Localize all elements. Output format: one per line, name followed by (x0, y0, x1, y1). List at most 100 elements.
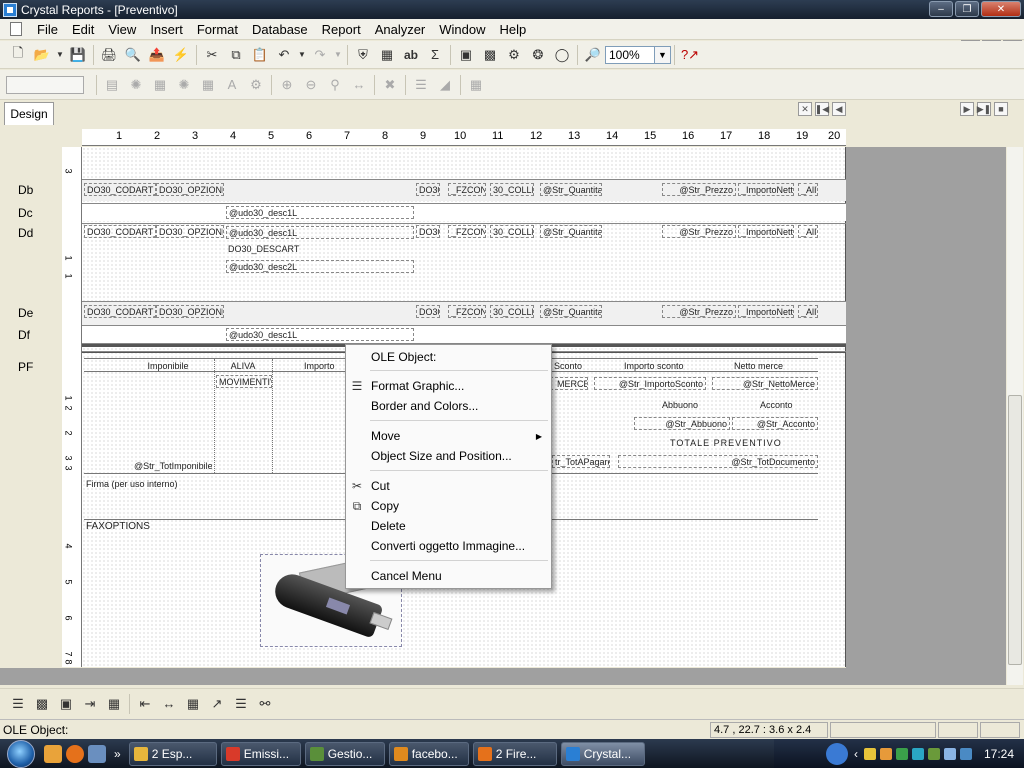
field-fzconf[interactable]: _FZCONF (448, 225, 486, 238)
field-quantita[interactable]: @Str_Quantita (540, 225, 602, 238)
export-icon[interactable]: 📤 (146, 44, 168, 66)
paste-icon[interactable]: 📋 (249, 44, 271, 66)
field-colli[interactable]: 30_COLLI (490, 225, 534, 238)
ctx-object-size[interactable]: Object Size and Position... (346, 446, 551, 466)
new-icon[interactable]: 🗋 (7, 44, 29, 66)
field-opzione[interactable]: DO30_OPZIONE_ (156, 225, 224, 238)
format-icon-6[interactable]: A (221, 74, 243, 96)
format-icon-3[interactable]: ▦ (149, 74, 171, 96)
start-button[interactable] (0, 739, 42, 768)
task-explorer[interactable]: 2 Esp... (128, 741, 217, 766)
field-aliv[interactable]: _AlIV (798, 305, 818, 318)
open-icon[interactable]: 📂 (31, 44, 53, 66)
menu-edit[interactable]: Edit (65, 22, 101, 37)
field-do30[interactable]: DO30 (416, 305, 440, 318)
field-abbuono[interactable]: @Str_Abbuono (634, 417, 730, 430)
format-icon-5[interactable]: ▦ (197, 74, 219, 96)
field-codart[interactable]: DO30_CODART_M (84, 225, 156, 238)
field-desc1l[interactable]: @udo30_desc1L (226, 328, 414, 341)
field-aliv[interactable]: _AlIV (798, 225, 818, 238)
ctx-converti[interactable]: Converti oggetto Immagine... (346, 536, 551, 556)
header-importo-sconto[interactable]: Importo sconto (622, 360, 702, 373)
field-merce[interactable]: MERCE (550, 377, 588, 390)
tray-expand-icon[interactable]: ‹ (854, 747, 858, 761)
format-icon-8[interactable]: ☰ (410, 74, 432, 96)
zoom-dropdown-icon[interactable]: ▼ (655, 45, 671, 64)
insert-map-icon[interactable]: ❂ (527, 44, 549, 66)
field-importo-sconto[interactable]: @Str_ImportoSconto (594, 377, 706, 390)
save-icon[interactable]: 💾 (67, 44, 89, 66)
insert-box-icon[interactable]: ▩ (31, 693, 53, 715)
task-facebook[interactable]: facebo... (388, 741, 469, 766)
resize-icon[interactable]: ↔ (348, 74, 370, 96)
next-page-icon[interactable]: ▶ (960, 102, 974, 116)
find-icon[interactable]: 🔎 (582, 44, 604, 66)
menu-view[interactable]: View (101, 22, 143, 37)
section-pf[interactable]: PF (18, 360, 33, 374)
field-tot-documento[interactable]: @Str_TotDocumento (618, 455, 818, 468)
menu-database[interactable]: Database (245, 22, 315, 37)
vertical-scrollbar[interactable] (1007, 147, 1023, 685)
menu-format[interactable]: Format (190, 22, 245, 37)
field-desc1l[interactable]: @udo30_desc1L (226, 226, 414, 239)
field-fzconf[interactable]: _FZCONF (448, 305, 486, 318)
network-icon[interactable] (927, 747, 940, 760)
insert-line-icon[interactable]: ☰ (7, 693, 29, 715)
cut-icon[interactable]: ✂ (201, 44, 223, 66)
header-imponibile[interactable]: Imponibile (127, 360, 207, 373)
section-dd[interactable]: Dd (18, 226, 33, 240)
copy-icon[interactable]: ⧉ (225, 44, 247, 66)
prev-page-icon[interactable]: ◀ (832, 102, 846, 116)
insert-picture-icon[interactable]: ▩ (479, 44, 501, 66)
field-descart[interactable]: DO30_DESCART (226, 243, 414, 256)
format-icon-7[interactable]: ⚙ (245, 74, 267, 96)
field-importo-netto[interactable]: _ImportoNetto (738, 225, 794, 238)
ctx-delete[interactable]: Delete (346, 516, 551, 536)
field-tot-imponibile[interactable]: @Str_TotImponibile (132, 460, 212, 473)
menu-window[interactable]: Window (432, 22, 492, 37)
insert-link-icon[interactable]: ⚯ (254, 693, 276, 715)
undo-dropdown-icon[interactable]: ▼ (297, 44, 307, 66)
field-netto-merce[interactable]: @Str_NettoMerce (712, 377, 818, 390)
field-prezzo[interactable]: @Str_Prezzo (662, 225, 736, 238)
zoom-icon[interactable]: ⚲ (324, 74, 346, 96)
field-quantita[interactable]: @Str_Quantita (540, 305, 602, 318)
ctx-cancel-menu[interactable]: Cancel Menu (346, 566, 551, 586)
header-sconto[interactable]: Sconto (552, 360, 592, 373)
zoom-input[interactable]: 100% (605, 45, 655, 64)
text-object-icon[interactable]: ab (400, 44, 422, 66)
field-do30[interactable]: DO30 (416, 225, 440, 238)
header-acconto[interactable]: Acconto (758, 399, 808, 412)
task-firefox[interactable]: 2 Fire... (472, 741, 557, 766)
database-expert-icon[interactable]: ⛨ (352, 44, 374, 66)
field-tot-apagare[interactable]: tr_TotAPagare (552, 455, 610, 468)
ctx-move[interactable]: Move ▶ (346, 426, 551, 446)
field-firma[interactable]: Firma (per uso interno) (84, 478, 194, 491)
summary-icon[interactable]: Σ (424, 44, 446, 66)
clock[interactable]: 17:24 (984, 747, 1014, 761)
field-prezzo[interactable]: @Str_Prezzo (662, 305, 736, 318)
open-dropdown-icon[interactable]: ▼ (55, 44, 65, 66)
refresh-icon[interactable]: ⚡ (170, 44, 192, 66)
redo-dropdown-icon[interactable]: ▼ (333, 44, 343, 66)
menu-file[interactable]: File (30, 22, 65, 37)
print-preview-icon[interactable]: 🔍 (122, 44, 144, 66)
section-de[interactable]: De (18, 306, 33, 320)
tray-app-icon[interactable] (911, 747, 924, 760)
insert-text-icon[interactable]: ☰ (230, 693, 252, 715)
section-df[interactable]: Df (18, 328, 30, 342)
quicklaunch-app-icon[interactable] (88, 744, 106, 763)
field-codart[interactable]: DO30_CODART_M (84, 183, 156, 196)
insert-group-icon[interactable]: ⇥ (79, 693, 101, 715)
section-db[interactable]: Db (18, 183, 33, 197)
style-combo[interactable] (6, 75, 84, 94)
tray-app-icon[interactable] (959, 747, 972, 760)
header-abbuono[interactable]: Abbuono (660, 399, 720, 412)
format-icon-9[interactable]: ◢ (434, 74, 456, 96)
field-importo-netto[interactable]: _ImportoNetto (738, 183, 794, 196)
section-dc[interactable]: Dc (18, 206, 33, 220)
align-left-icon[interactable]: ⇤ (134, 693, 156, 715)
mail-icon[interactable] (863, 747, 876, 760)
align-icon[interactable]: ✖ (379, 74, 401, 96)
format-icon-2[interactable]: ✺ (125, 74, 147, 96)
